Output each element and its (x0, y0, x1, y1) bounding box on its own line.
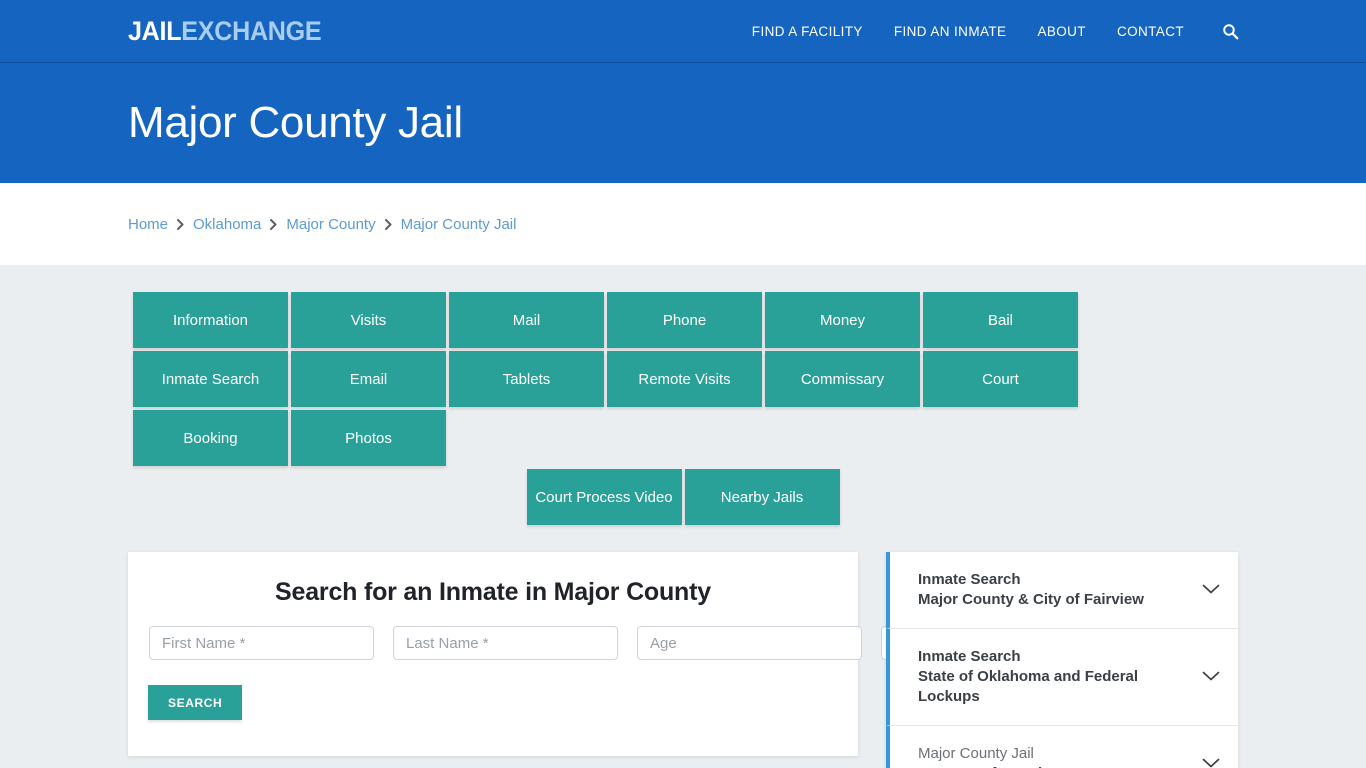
facility-section-buttons: Information Visits Mail Phone Money Bail… (133, 265, 1233, 466)
accordion-item-text: Inmate Search State of Oklahoma and Fede… (918, 647, 1190, 707)
chevron-down-icon[interactable] (1200, 671, 1222, 682)
nav-item-find-a-facility[interactable]: FIND A FACILITY (752, 24, 863, 39)
inmate-search-card: Search for an Inmate in Major County Rac… (128, 552, 1046, 756)
section-button-phone[interactable]: Phone (607, 292, 762, 348)
breadcrumb-bar: Home Oklahoma Major County Major County … (0, 183, 1366, 265)
search-fields-row: Race (148, 626, 1046, 660)
first-name-input[interactable] (149, 626, 374, 660)
section-button-inmate-search[interactable]: Inmate Search (133, 351, 288, 407)
page-body: Information Visits Mail Phone Money Bail… (0, 265, 1366, 768)
logo-text-secondary: EXCHANGE (181, 15, 322, 46)
section-button-remote-visits[interactable]: Remote Visits (607, 351, 762, 407)
sidebar-column: Inmate Search Major County & City of Fai… (886, 552, 1238, 768)
section-button-commissary[interactable]: Commissary (765, 351, 920, 407)
accordion-item-line2: State of Oklahoma and Federal Lockups (918, 667, 1139, 705)
accordion-item-text: Inmate Search Major County & City of Fai… (918, 570, 1190, 610)
section-button-tablets[interactable]: Tablets (449, 351, 604, 407)
section-button-visits[interactable]: Visits (291, 292, 446, 348)
last-name-input[interactable] (393, 626, 618, 660)
section-button-email[interactable]: Email (291, 351, 446, 407)
search-submit-button[interactable]: SEARCH (148, 685, 243, 720)
accordion-item-line1: Inmate Search (918, 647, 1021, 665)
accordion-item-inmate-search-state[interactable]: Inmate Search State of Oklahoma and Fede… (886, 628, 1238, 726)
chevron-right-icon (177, 218, 184, 230)
chevron-right-icon (384, 218, 392, 230)
age-input[interactable] (637, 626, 862, 660)
accordion-item-line2: Contact Information (918, 764, 1190, 768)
accordion-item-text: Major County Jail Contact Information (918, 744, 1190, 768)
section-button-photos[interactable]: Photos (291, 410, 446, 466)
section-button-bail[interactable]: Bail (923, 292, 1078, 348)
main-column: Search for an Inmate in Major County Rac… (128, 552, 1046, 768)
facility-section-buttons-row-3: Court Process Video Nearby Jails (133, 469, 1233, 525)
search-submit-row: SEARCH (148, 660, 838, 720)
accordion-item-contact-information[interactable]: Major County Jail Contact Information (886, 725, 1238, 768)
chevron-right-icon (270, 218, 277, 230)
site-logo[interactable]: JAILEXCHANGE (128, 15, 322, 46)
search-icon[interactable] (1220, 21, 1240, 41)
page-hero: Major County Jail (0, 63, 1366, 183)
section-button-court-process-video[interactable]: Court Process Video (526, 469, 682, 525)
accordion-item-inmate-search-county[interactable]: Inmate Search Major County & City of Fai… (886, 552, 1238, 629)
breadcrumb-item-major-county-jail[interactable]: Major County Jail (401, 216, 517, 233)
nav-item-find-an-inmate[interactable]: FIND AN INMATE (894, 24, 1007, 39)
breadcrumb-item-home[interactable]: Home (128, 216, 168, 233)
logo-text-primary: JAIL (128, 15, 182, 46)
section-button-money[interactable]: Money (765, 292, 920, 348)
accordion-item-line1: Major County Jail (918, 744, 1034, 762)
nav-item-about[interactable]: ABOUT (1037, 24, 1086, 39)
breadcrumb-item-major-county[interactable]: Major County (286, 216, 375, 233)
section-button-information[interactable]: Information (133, 292, 288, 348)
section-button-court[interactable]: Court (923, 351, 1078, 407)
page-title: Major County Jail (128, 97, 463, 147)
section-button-mail[interactable]: Mail (449, 292, 604, 348)
chevron-down-icon[interactable] (1200, 758, 1222, 768)
section-button-nearby-jails[interactable]: Nearby Jails (684, 469, 840, 525)
breadcrumb: Home Oklahoma Major County Major County … (128, 216, 516, 233)
sidebar-accordion: Inmate Search Major County & City of Fai… (886, 552, 1238, 768)
accordion-item-line2: Major County & City of Fairview (918, 590, 1144, 608)
content-columns: Search for an Inmate in Major County Rac… (0, 552, 1366, 768)
primary-nav-links: FIND A FACILITY FIND AN INMATE ABOUT CON… (752, 21, 1240, 41)
section-button-booking[interactable]: Booking (133, 410, 288, 466)
nav-item-contact[interactable]: CONTACT (1117, 24, 1184, 39)
top-navigation-bar: JAILEXCHANGE FIND A FACILITY FIND AN INM… (0, 0, 1366, 63)
chevron-down-icon[interactable] (1200, 584, 1222, 595)
accordion-item-line1: Inmate Search (918, 571, 1021, 588)
search-card-title: Search for an Inmate in Major County (275, 578, 711, 606)
breadcrumb-item-oklahoma[interactable]: Oklahoma (193, 216, 261, 233)
